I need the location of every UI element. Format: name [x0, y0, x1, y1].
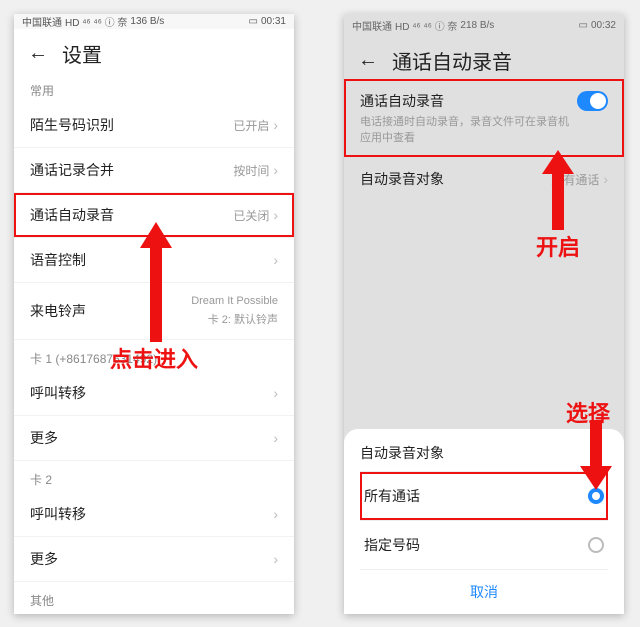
- net-indicator: HD ⁴⁶ ⁴⁶ ⓘ 奈: [65, 14, 127, 29]
- radio-on-icon: [588, 488, 604, 504]
- row-label: 呼叫转移: [30, 504, 86, 524]
- row-label: 更多: [30, 549, 58, 569]
- chevron-right-icon: ›: [273, 430, 278, 446]
- chevron-right-icon: ›: [273, 385, 278, 401]
- section-other: 其他: [14, 582, 294, 613]
- option-label: 所有通话: [364, 486, 420, 506]
- back-icon[interactable]: ←: [358, 49, 378, 72]
- battery-icon: ▭: [249, 16, 258, 27]
- annotation-label: 开启: [536, 230, 580, 262]
- page-title: 设置: [62, 39, 102, 68]
- page-title: 通话自动录音: [392, 46, 512, 75]
- row-label: 自动录音对象: [360, 169, 444, 189]
- header: ← 设置: [14, 29, 294, 72]
- row-sim2-forward[interactable]: 呼叫转移 ›: [14, 492, 294, 537]
- ringtone-line2: 卡 2: 默认铃声: [208, 311, 278, 327]
- row-auto-record-toggle[interactable]: 通话自动录音 电话接通时自动录音，录音文件可在录音机应用中查看: [344, 79, 624, 157]
- row-sim1-forward[interactable]: 呼叫转移 ›: [14, 371, 294, 416]
- header: ← 通话自动录音: [344, 36, 624, 79]
- radio-off-icon: [588, 537, 604, 553]
- row-label: 陌生号码识别: [30, 115, 114, 135]
- row-label: 通话记录合并: [30, 160, 114, 180]
- annotation-arrow-up: [538, 150, 578, 230]
- row-value: 已关闭: [233, 207, 269, 224]
- row-label: 来电铃声: [30, 301, 86, 321]
- row-label: 通话自动录音: [30, 205, 114, 225]
- section-sim2: 卡 2: [14, 461, 294, 492]
- time-label: 00:31: [261, 16, 286, 27]
- chevron-right-icon: ›: [273, 506, 278, 522]
- carrier-label: 中国联通: [22, 14, 62, 29]
- chevron-right-icon: ›: [273, 207, 278, 223]
- chevron-right-icon: ›: [273, 162, 278, 178]
- row-merge[interactable]: 通话记录合并 按时间›: [14, 148, 294, 193]
- row-record-target[interactable]: 自动录音对象 所有通话›: [344, 157, 624, 201]
- sheet-option-all[interactable]: 所有通话: [360, 471, 608, 520]
- toggle-switch[interactable]: [577, 91, 608, 111]
- row-label: 更多: [30, 428, 58, 448]
- section-common: 常用: [14, 72, 294, 103]
- row-desc: 电话接通时自动录音，录音文件可在录音机应用中查看: [360, 113, 577, 145]
- option-label: 指定号码: [364, 535, 420, 555]
- chevron-right-icon: ›: [273, 117, 278, 133]
- row-reject-sms[interactable]: 来电拒接短信 ›: [14, 613, 294, 614]
- annotation-arrow-up: [136, 222, 176, 342]
- annotation-arrow-down: [576, 420, 616, 490]
- row-sim1-more[interactable]: 更多 ›: [14, 416, 294, 461]
- status-bar: 中国联通 HD ⁴⁶ ⁴⁶ ⓘ 奈 136 B/s ▭ 00:31: [14, 14, 294, 29]
- chevron-right-icon: ›: [603, 171, 608, 187]
- status-bar: 中国联通 HD ⁴⁶ ⁴⁶ ⓘ 奈 218 B/s ▭ 00:32: [344, 14, 624, 36]
- battery-icon: ▭: [579, 20, 588, 31]
- row-sim2-more[interactable]: 更多 ›: [14, 537, 294, 582]
- chevron-right-icon: ›: [273, 551, 278, 567]
- sheet-option-specific[interactable]: 指定号码: [360, 520, 608, 569]
- row-label: 语音控制: [30, 250, 86, 270]
- speed-label: 218 B/s: [460, 20, 494, 31]
- carrier-label: 中国联通: [352, 18, 392, 33]
- annotation-label: 点击进入: [110, 342, 198, 374]
- row-value: 按时间: [233, 162, 269, 179]
- row-label: 呼叫转移: [30, 383, 86, 403]
- row-label: 通话自动录音: [360, 91, 577, 111]
- sheet-title: 自动录音对象: [360, 443, 608, 463]
- row-unknown-id[interactable]: 陌生号码识别 已开启›: [14, 103, 294, 148]
- time-label: 00:32: [591, 20, 616, 31]
- net-indicator: HD ⁴⁶ ⁴⁶ ⓘ 奈: [395, 18, 457, 33]
- speed-label: 136 B/s: [130, 16, 164, 27]
- sheet-cancel-button[interactable]: 取消: [360, 569, 608, 606]
- phone-auto-record: 中国联通 HD ⁴⁶ ⁴⁶ ⓘ 奈 218 B/s ▭ 00:32 ← 通话自动…: [344, 14, 624, 614]
- chevron-right-icon: ›: [273, 252, 278, 268]
- back-icon[interactable]: ←: [28, 42, 48, 65]
- row-value: 已开启: [233, 117, 269, 134]
- ringtone-line1: Dream It Possible: [191, 295, 278, 307]
